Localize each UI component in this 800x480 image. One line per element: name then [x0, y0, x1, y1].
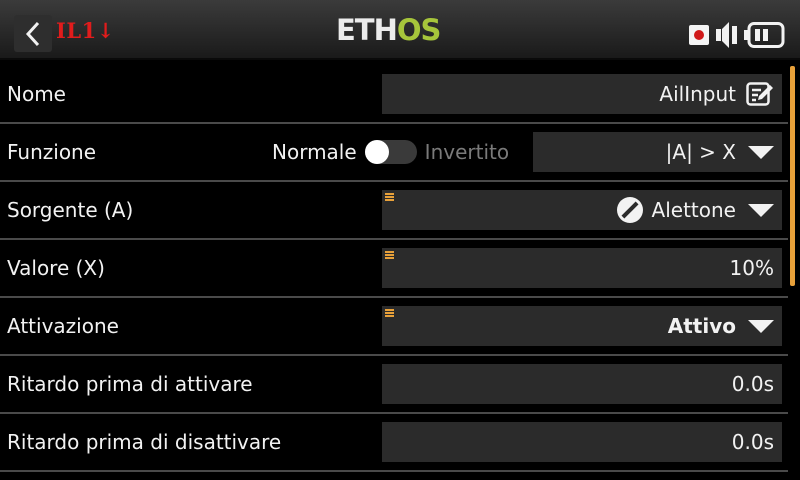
- value-x-label: Valore (X): [7, 256, 105, 280]
- record-icon[interactable]: [689, 25, 709, 45]
- row-function: Funzione Normale Invertito |A| > X: [0, 124, 788, 182]
- name-label: Nome: [7, 82, 66, 106]
- chevron-left-icon: [25, 21, 40, 47]
- value-x-value: 10%: [729, 256, 774, 280]
- back-button[interactable]: [14, 15, 52, 52]
- value-x-field[interactable]: 10%: [382, 248, 782, 288]
- logical-switch-indicator: IL1↓: [56, 18, 115, 43]
- delay-on-label: Ritardo prima di attivare: [7, 372, 253, 396]
- name-field[interactable]: AilInput: [382, 74, 782, 114]
- options-lines-icon: [385, 251, 394, 259]
- row-delay-off: Ritardo prima di disattivare 0.0s: [0, 414, 788, 472]
- scrollbar[interactable]: [790, 66, 795, 286]
- settings-list: Nome AilInput Funzione Normale Invertito…: [0, 66, 788, 472]
- edit-icon: [746, 82, 773, 106]
- name-value: AilInput: [659, 82, 736, 106]
- battery-icon[interactable]: [743, 22, 785, 48]
- row-source: Sorgente (A) Alettone: [0, 182, 788, 240]
- activation-select[interactable]: Attivo: [382, 306, 782, 346]
- ethos-logo: ETHOS: [336, 13, 441, 47]
- source-slash-icon: [616, 197, 643, 223]
- caret-down-icon: [748, 203, 774, 217]
- toggle-inverted-label: Invertito: [424, 140, 510, 164]
- toggle-normal-label: Normale: [272, 140, 357, 164]
- top-bar: IL1↓ ETHOS: [0, 0, 800, 60]
- source-value: Alettone: [651, 198, 736, 222]
- invert-toggle[interactable]: [364, 140, 417, 164]
- source-select[interactable]: Alettone: [382, 190, 782, 230]
- delay-on-value: 0.0s: [731, 372, 774, 396]
- caret-down-icon: [748, 145, 774, 159]
- caret-down-icon: [748, 319, 774, 333]
- delay-off-field[interactable]: 0.0s: [382, 422, 782, 462]
- row-activation: Attivazione Attivo: [0, 298, 788, 356]
- speaker-icon[interactable]: [715, 20, 739, 50]
- toggle-knob: [364, 140, 389, 164]
- activation-value: Attivo: [667, 314, 736, 338]
- delay-off-label: Ritardo prima di disattivare: [7, 430, 282, 454]
- function-label: Funzione: [7, 140, 97, 164]
- delay-on-field[interactable]: 0.0s: [382, 364, 782, 404]
- activation-label: Attivazione: [7, 314, 119, 338]
- row-value-x: Valore (X) 10%: [0, 240, 788, 298]
- row-delay-on: Ritardo prima di attivare 0.0s: [0, 356, 788, 414]
- function-select[interactable]: |A| > X: [533, 132, 782, 172]
- invert-toggle-group: Normale Invertito: [272, 124, 509, 180]
- source-label: Sorgente (A): [7, 198, 134, 222]
- row-name: Nome AilInput: [0, 66, 788, 124]
- options-lines-icon: [385, 193, 394, 201]
- delay-off-value: 0.0s: [731, 430, 774, 454]
- options-lines-icon: [385, 309, 394, 317]
- function-value: |A| > X: [665, 140, 736, 164]
